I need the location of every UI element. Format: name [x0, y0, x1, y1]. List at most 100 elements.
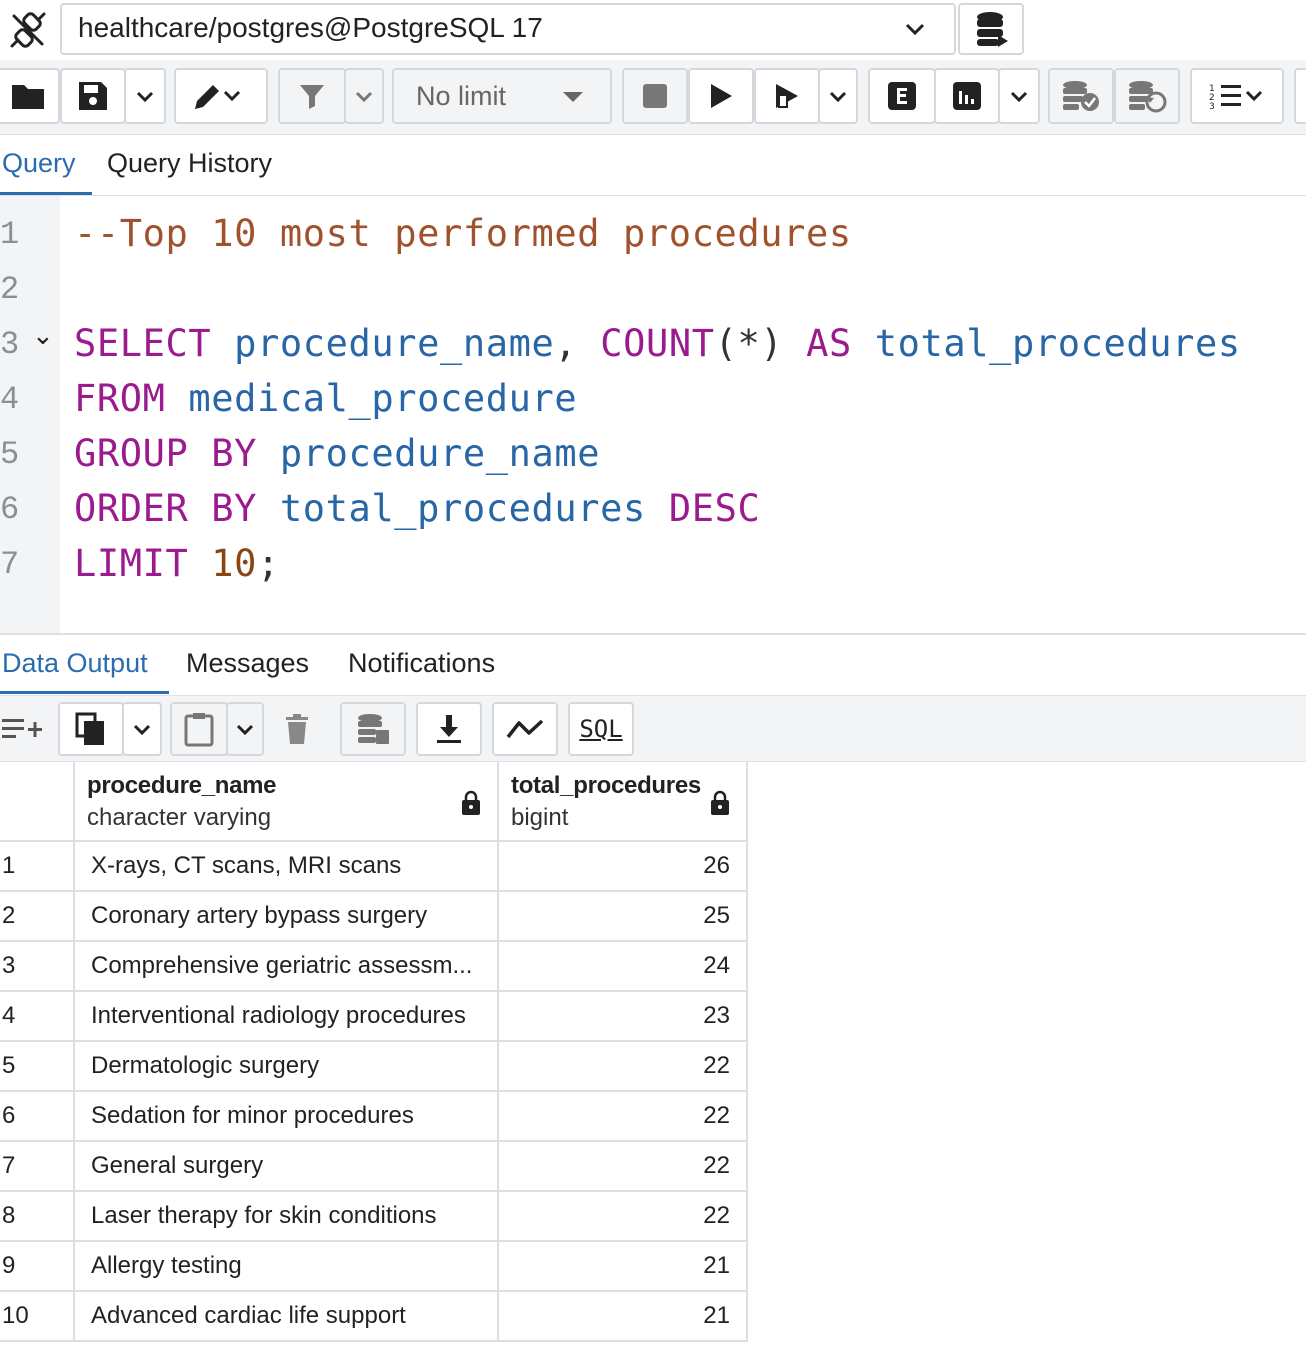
add-row-icon: [2, 719, 42, 738]
macros-button[interactable]: 123: [1190, 68, 1284, 124]
cell-total-procedures[interactable]: 25: [499, 892, 748, 942]
chevron-down-icon: [1010, 91, 1028, 103]
row-number[interactable]: 8: [0, 1192, 75, 1242]
paste-button[interactable]: [170, 702, 228, 756]
filter-icon: [300, 85, 324, 109]
cell-procedure-name[interactable]: Coronary artery bypass surgery: [75, 892, 499, 942]
table-row[interactable]: 8 Laser therapy for skin conditions 22: [0, 1192, 748, 1242]
stop-button[interactable]: [622, 68, 688, 124]
cell-total-procedures[interactable]: 24: [499, 942, 748, 992]
table-row[interactable]: 2 Coronary artery bypass surgery 25: [0, 892, 748, 942]
sql-identifier: procedure_name: [234, 322, 555, 365]
row-number[interactable]: 4: [0, 992, 75, 1042]
cell-total-procedures[interactable]: 22: [499, 1092, 748, 1142]
table-row[interactable]: 1 X-rays, CT scans, MRI scans 26: [0, 842, 748, 892]
cell-procedure-name[interactable]: Dermatologic surgery: [75, 1042, 499, 1092]
cell-procedure-name[interactable]: Comprehensive geriatric assessm...: [75, 942, 499, 992]
add-row-button[interactable]: [0, 702, 50, 756]
table-row[interactable]: 3 Comprehensive geriatric assessm... 24: [0, 942, 748, 992]
save-options-dropdown[interactable]: [124, 68, 166, 124]
explain-analyze-button[interactable]: [934, 68, 1000, 124]
column-header-procedure-name[interactable]: procedure_name character varying: [75, 762, 499, 842]
column-header-total-procedures[interactable]: total_procedures bigint: [499, 762, 748, 842]
connection-status-icon[interactable]: [8, 10, 48, 50]
paste-options-dropdown[interactable]: [226, 702, 264, 756]
table-row[interactable]: 10 Advanced cardiac life support 21: [0, 1292, 748, 1342]
row-number[interactable]: 6: [0, 1092, 75, 1142]
cell-total-procedures[interactable]: 22: [499, 1192, 748, 1242]
row-number[interactable]: 7: [0, 1142, 75, 1192]
save-data-button[interactable]: [340, 702, 406, 756]
execute-button[interactable]: [688, 68, 754, 124]
lock-icon: [462, 790, 480, 815]
row-number[interactable]: 5: [0, 1042, 75, 1092]
tab-query[interactable]: Query: [2, 148, 76, 179]
execute-script-button[interactable]: [754, 68, 820, 124]
execute-options-dropdown[interactable]: [818, 68, 858, 124]
cell-procedure-name[interactable]: Laser therapy for skin conditions: [75, 1192, 499, 1242]
tab-data-output[interactable]: Data Output: [2, 648, 148, 679]
tab-messages[interactable]: Messages: [186, 648, 309, 679]
view-sql-button[interactable]: SQL: [568, 702, 634, 756]
fold-toggle-icon[interactable]: ⌄: [32, 320, 54, 351]
tab-query-history[interactable]: Query History: [107, 148, 272, 179]
commit-button[interactable]: [1048, 68, 1114, 124]
copy-button[interactable]: [58, 702, 124, 756]
sql-function: COUNT: [600, 322, 715, 365]
code-line-3: SELECT procedure_name, COUNT(*) AS total…: [74, 322, 1241, 365]
pencil-icon: [195, 85, 241, 109]
filter-button[interactable]: [278, 68, 346, 124]
cell-total-procedures[interactable]: 21: [499, 1242, 748, 1292]
cell-total-procedures[interactable]: 21: [499, 1292, 748, 1342]
cell-total-procedures[interactable]: 23: [499, 992, 748, 1042]
copy-options-dropdown[interactable]: [122, 702, 162, 756]
cell-total-procedures[interactable]: 22: [499, 1042, 748, 1092]
line-number: 5: [0, 436, 20, 473]
cell-total-procedures[interactable]: 22: [499, 1142, 748, 1192]
sql-identifier: total_procedures: [874, 322, 1241, 365]
code-line-5: GROUP BY procedure_name: [74, 432, 600, 475]
download-button[interactable]: [416, 702, 482, 756]
graph-visualiser-button[interactable]: [492, 702, 558, 756]
filter-dropdown[interactable]: [344, 68, 384, 124]
row-number[interactable]: 3: [0, 942, 75, 992]
delete-row-button[interactable]: [264, 702, 330, 756]
open-file-button[interactable]: [0, 68, 60, 124]
cell-procedure-name[interactable]: General surgery: [75, 1142, 499, 1192]
editor-divider[interactable]: [0, 633, 1306, 635]
new-connection-button[interactable]: [958, 3, 1024, 55]
sql-punctuation: ,: [554, 322, 578, 365]
cell-procedure-name[interactable]: Sedation for minor procedures: [75, 1092, 499, 1142]
sql-comment: --Top 10 most performed procedures: [74, 212, 852, 255]
cell-procedure-name[interactable]: Interventional radiology procedures: [75, 992, 499, 1042]
more-toolbar-button[interactable]: [1294, 68, 1306, 124]
sql-editor[interactable]: --Top 10 most performed procedures SELEC…: [60, 196, 1306, 633]
table-row[interactable]: 7 General surgery 22: [0, 1142, 748, 1192]
row-number[interactable]: 2: [0, 892, 75, 942]
save-file-button[interactable]: [60, 68, 126, 124]
tab-notifications[interactable]: Notifications: [348, 648, 495, 679]
cell-total-procedures[interactable]: 26: [499, 842, 748, 892]
row-number[interactable]: 1: [0, 842, 75, 892]
sql-identifier: medical_procedure: [188, 377, 578, 420]
edit-button[interactable]: [174, 68, 268, 124]
line-number: 4: [0, 381, 20, 418]
table-row[interactable]: 5 Dermatologic surgery 22: [0, 1042, 748, 1092]
chevron-down-icon: [136, 91, 154, 103]
code-line-4: FROM medical_procedure: [74, 377, 577, 420]
sql-keyword: ORDER BY: [74, 487, 258, 530]
chevron-down-icon: [900, 14, 930, 44]
download-icon: [437, 715, 461, 743]
explain-options-dropdown[interactable]: [998, 68, 1040, 124]
table-row[interactable]: 9 Allergy testing 21: [0, 1242, 748, 1292]
row-number[interactable]: 9: [0, 1242, 75, 1292]
explain-button[interactable]: [868, 68, 936, 124]
limit-select[interactable]: No limit: [392, 68, 612, 124]
row-number[interactable]: 10: [0, 1292, 75, 1342]
cell-procedure-name[interactable]: Allergy testing: [75, 1242, 499, 1292]
cell-procedure-name[interactable]: X-rays, CT scans, MRI scans: [75, 842, 499, 892]
table-row[interactable]: 6 Sedation for minor procedures 22: [0, 1092, 748, 1142]
cell-procedure-name[interactable]: Advanced cardiac life support: [75, 1292, 499, 1342]
rollback-button[interactable]: [1114, 68, 1180, 124]
table-row[interactable]: 4 Interventional radiology procedures 23: [0, 992, 748, 1042]
